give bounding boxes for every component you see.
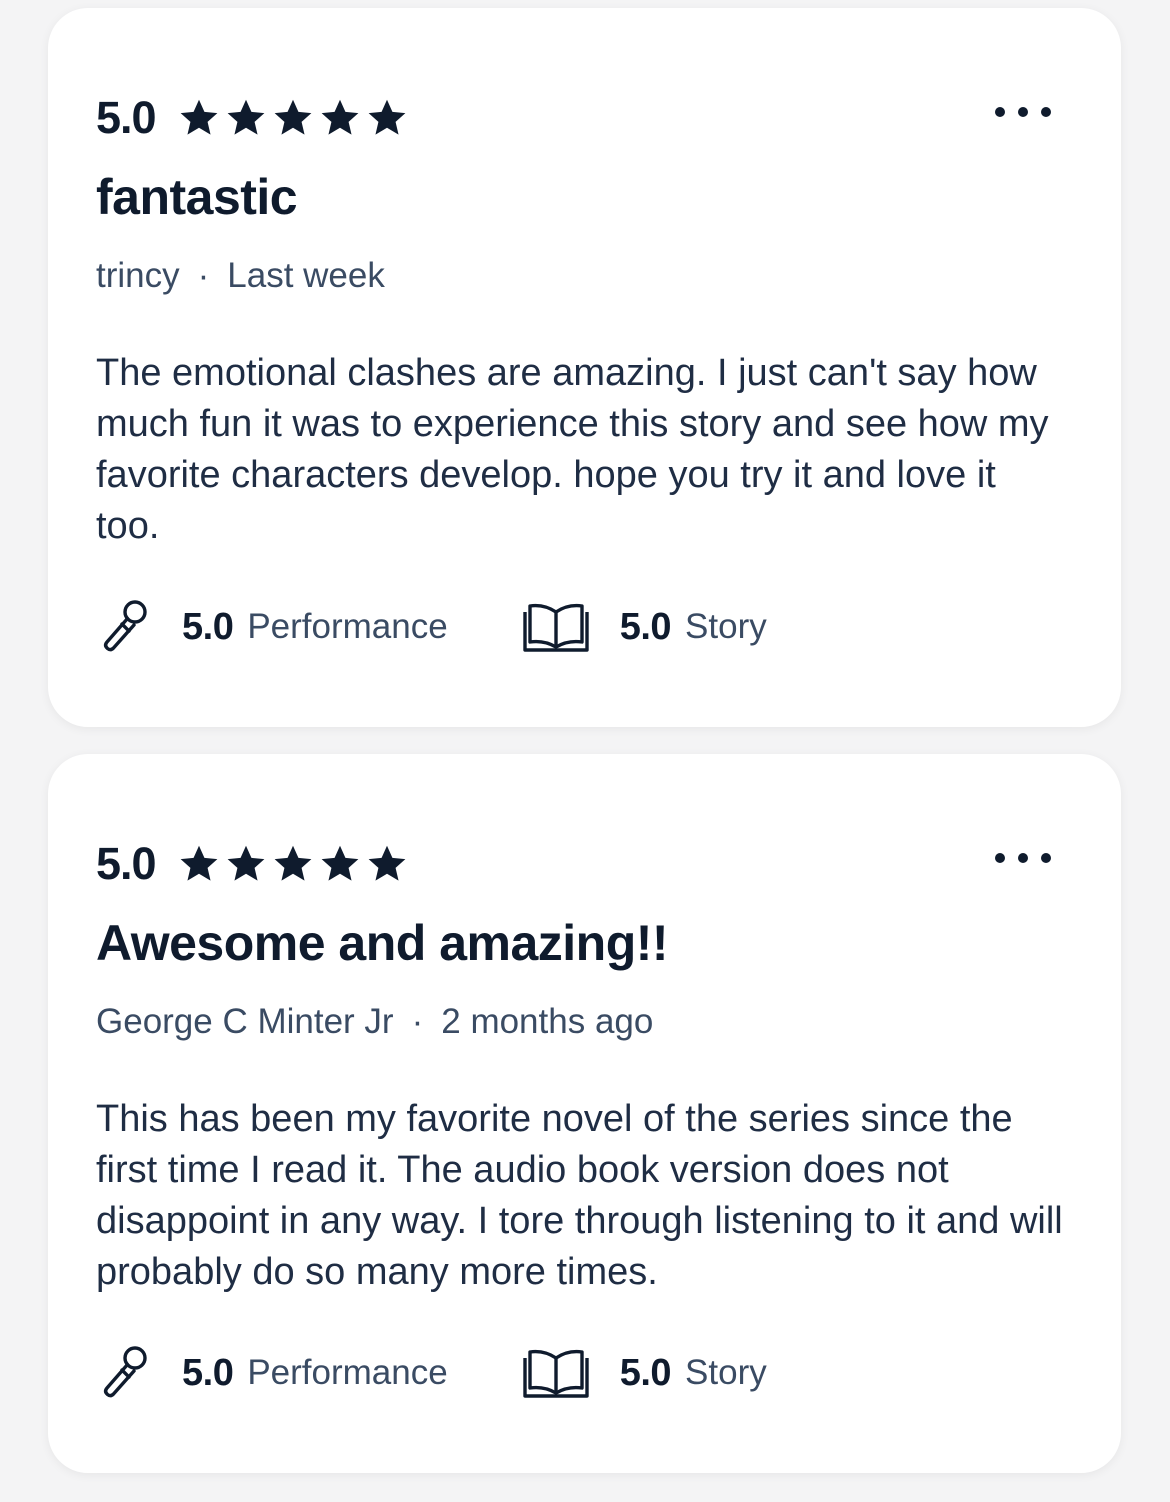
story-label: Story: [685, 1353, 767, 1392]
review-date: 2 months ago: [441, 1002, 654, 1041]
performance-label: Performance: [247, 1353, 448, 1392]
meta-separator: ·: [411, 1002, 424, 1041]
open-book-icon: [523, 1349, 589, 1398]
review-body: This has been my favorite novel of the s…: [96, 1098, 1063, 1293]
review-meta: trincy · Last week: [96, 256, 385, 296]
ellipsis-icon: [995, 853, 1005, 863]
review-title: Awesome and amazing!!: [96, 915, 669, 971]
story-value: 5.0: [619, 1351, 672, 1394]
more-options-button[interactable]: [995, 838, 1051, 878]
story-value: 5.0: [619, 605, 672, 648]
rating-value: 5.0: [96, 92, 157, 143]
performance-label: Performance: [247, 607, 448, 646]
rating-value: 5.0: [96, 838, 157, 889]
review-card: 5.0 fantastic trincy · Last week The emo…: [48, 8, 1121, 727]
overall-rating: 5.0: [96, 86, 408, 150]
star-icon: [227, 99, 264, 135]
star-icon: [180, 845, 217, 881]
star-icon: [180, 99, 217, 135]
microphone-icon: [103, 1346, 147, 1398]
story-label: Story: [685, 607, 767, 646]
performance-value: 5.0: [182, 605, 234, 648]
sub-ratings: 5.0 Performance 5.0 Story: [96, 592, 767, 662]
more-options-button[interactable]: [995, 92, 1051, 132]
star-icon: [274, 99, 311, 135]
meta-separator: ·: [197, 256, 210, 295]
performance-rating: 5.0 Performance: [96, 597, 448, 657]
star-icon: [227, 845, 264, 881]
performance-value: 5.0: [182, 1351, 234, 1394]
review-author: George C Minter Jr: [96, 1002, 394, 1041]
story-rating: 5.0 Story: [522, 600, 767, 654]
performance-rating: 5.0 Performance: [96, 1343, 448, 1403]
star-rating: [178, 843, 408, 885]
story-rating: 5.0 Story: [522, 1346, 767, 1400]
review-date: Last week: [227, 256, 385, 295]
sub-ratings: 5.0 Performance 5.0 Story: [96, 1338, 767, 1408]
review-card: 5.0 Awesome and amazing!! George C Minte…: [48, 754, 1121, 1473]
overall-rating: 5.0: [96, 832, 408, 896]
open-book-icon: [523, 603, 589, 652]
star-icon: [321, 845, 358, 881]
star-icon: [274, 845, 311, 881]
review-author: trincy: [96, 256, 180, 295]
star-icon: [321, 99, 358, 135]
review-body: The emotional clashes are amazing. I jus…: [96, 352, 1049, 547]
ellipsis-icon: [995, 107, 1005, 117]
star-icon: [368, 845, 405, 881]
star-icon: [368, 99, 405, 135]
review-meta: George C Minter Jr · 2 months ago: [96, 1002, 653, 1042]
microphone-icon: [103, 600, 147, 652]
review-title: fantastic: [96, 169, 298, 225]
star-rating: [178, 97, 408, 139]
